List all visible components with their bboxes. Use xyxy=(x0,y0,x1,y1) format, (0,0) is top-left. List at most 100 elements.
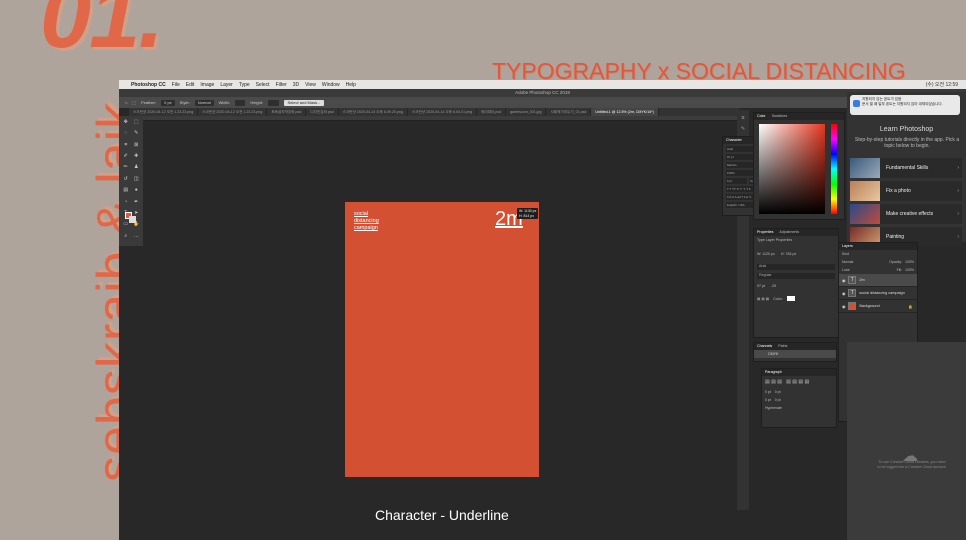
menu-layer[interactable]: Layer xyxy=(220,82,233,88)
window-title: Adobe Photoshop CC 2019 xyxy=(119,89,966,97)
properties-color-swatch[interactable] xyxy=(786,296,795,301)
doc-tab[interactable]: 포토샵자막강좌.psd xyxy=(267,108,307,116)
doc-tab-active[interactable]: Untitled-1 @ 12.5% (2m, CMYK/16*) xyxy=(591,108,659,116)
marquee-tool-icon[interactable]: ⬚ xyxy=(132,119,142,129)
feather-input[interactable]: 0 px xyxy=(161,99,175,106)
doc-tab[interactable]: 와이파이.psd xyxy=(477,108,507,116)
menu-app-name[interactable]: Photoshop CC xyxy=(131,82,166,88)
doc-tab[interactable]: gamescom_001.jpg xyxy=(506,108,547,116)
blur-tool-icon[interactable]: ● xyxy=(132,187,142,197)
gradient-tool-icon[interactable]: ▤ xyxy=(121,187,131,197)
dodge-tool-icon[interactable]: ◔ xyxy=(121,199,131,209)
width-input[interactable] xyxy=(234,99,246,106)
paragraph-panel-title[interactable]: Paragraph xyxy=(765,369,782,376)
layer-row[interactable]: ◉ T 2m xyxy=(839,274,917,287)
doc-tab[interactable]: 스크린샷 2020-04-14 오후 6.09.20.png xyxy=(339,108,408,116)
eye-icon[interactable]: ◉ xyxy=(842,291,845,296)
menu-type[interactable]: Type xyxy=(239,82,250,88)
layer-row[interactable]: ◉ T social distancing campaign xyxy=(839,287,917,300)
fill-input[interactable]: 100% xyxy=(905,268,914,272)
properties-font-select[interactable]: Arial xyxy=(757,264,835,270)
opacity-input[interactable]: 100% xyxy=(905,260,914,264)
eye-icon[interactable]: ◉ xyxy=(842,304,845,309)
menu-image[interactable]: Image xyxy=(200,82,214,88)
doc-tab[interactable]: 디자인강좌.psd xyxy=(306,108,339,116)
height-input[interactable] xyxy=(268,99,279,106)
eye-icon[interactable]: ◉ xyxy=(842,278,845,283)
learn-title: Learn Photoshop xyxy=(879,126,934,133)
style-select[interactable]: Normal xyxy=(194,99,214,106)
align-buttons[interactable]: ▤ ▤ ▤ xyxy=(757,297,769,301)
font-notification[interactable]: 지원되지 않는 폰트가 있음 문서 열 때 일부 폰트는 지원되지 않아 대체되… xyxy=(850,95,960,115)
stamp-tool-icon[interactable]: ♟ xyxy=(132,164,142,174)
background-color-swatch[interactable] xyxy=(129,216,136,223)
document-canvas[interactable]: social distancing campaign 2m W: 1130 px… xyxy=(345,202,539,477)
layers-panel-title[interactable]: Layers xyxy=(842,243,853,250)
tab-properties[interactable]: Properties xyxy=(757,229,773,236)
slide-number: 01. xyxy=(40,0,164,67)
menu-3d[interactable]: 3D xyxy=(293,82,299,88)
tab-paths[interactable]: Paths xyxy=(778,343,787,350)
doc-tab[interactable]: 스크린샷 2020-04-14 오후 6.04.01.png xyxy=(408,108,478,116)
menu-filter[interactable]: Filter xyxy=(276,82,287,88)
move-tool-icon[interactable]: ✥ xyxy=(121,119,131,129)
doc-tab[interactable]: 스크린샷 2020-04-12 오전 1.23.23.png xyxy=(129,108,199,116)
paragraph-panel: Paragraph ▤ ▤ ▤ ▤ ▤ ▤ ▤ 0 pt 0 pt 0 pt 0… xyxy=(761,368,837,428)
properties-size[interactable]: 97 pt xyxy=(757,284,765,288)
blend-mode-select[interactable]: Normal xyxy=(842,260,853,264)
chevron-right-icon: › xyxy=(957,211,959,217)
tab-color[interactable]: Color xyxy=(757,113,766,120)
healing-icon[interactable]: ✚ xyxy=(132,153,142,163)
doc-tab[interactable]: 스크린샷 2020-04-12 오전 1.23.23.png xyxy=(198,108,268,116)
paragraph-align-buttons[interactable]: ▤ ▤ ▤ ▤ ▤ ▤ ▤ xyxy=(762,376,836,388)
character-panel-title[interactable]: Character xyxy=(726,137,742,144)
layer-filter-kind[interactable]: Kind xyxy=(842,252,849,256)
select-mask-button[interactable]: Select and Mask... xyxy=(283,99,325,106)
learn-card-creative[interactable]: Make creative effects › xyxy=(850,204,962,224)
menubar-clock: (수) 오전 12:59 xyxy=(925,82,958,88)
eraser-tool-icon[interactable]: ◫ xyxy=(132,176,142,186)
channel-row[interactable]: CMYK xyxy=(754,350,836,358)
tab-adjustments[interactable]: Adjustments xyxy=(779,229,799,236)
doc-tab[interactable]: 사회적거리두기_01.psd xyxy=(546,108,592,116)
eyedropper-icon[interactable]: ✐ xyxy=(121,153,131,163)
crop-tool-icon[interactable]: ⌗ xyxy=(121,142,131,152)
color-picker-field[interactable] xyxy=(759,124,825,214)
lasso-tool-icon[interactable]: ◌ xyxy=(121,130,131,140)
baseline-input[interactable]: 0 pt xyxy=(726,178,747,184)
more-tools-icon[interactable]: … xyxy=(132,233,142,243)
menu-view[interactable]: View xyxy=(305,82,316,88)
learn-card-fix-photo[interactable]: Fix a photo › xyxy=(850,181,962,201)
pen-tool-icon[interactable]: ✒ xyxy=(132,199,142,209)
properties-style-select[interactable]: Regular xyxy=(757,273,835,279)
history-icon[interactable]: ⧖ xyxy=(741,115,745,121)
menu-edit[interactable]: Edit xyxy=(186,82,195,88)
menu-file[interactable]: File xyxy=(172,82,180,88)
properties-height[interactable]: H: 784 px xyxy=(781,252,796,256)
zoom-tool-icon[interactable]: ⌕ xyxy=(121,233,131,243)
lock-label: Lock: xyxy=(842,268,851,272)
frame-tool-icon[interactable]: ⊠ xyxy=(132,142,142,152)
menu-select[interactable]: Select xyxy=(256,82,270,88)
home-icon[interactable]: ⌂ xyxy=(125,100,127,105)
width-label: Width: xyxy=(218,100,230,105)
brush-settings-icon[interactable]: ✎ xyxy=(741,126,745,132)
history-brush-icon[interactable]: ↺ xyxy=(121,176,131,186)
menu-help[interactable]: Help xyxy=(346,82,356,88)
menu-window[interactable]: Window xyxy=(322,82,340,88)
learn-card-fundamentals[interactable]: Fundamental Skills › xyxy=(850,158,962,178)
height-label: Height: xyxy=(250,100,264,105)
properties-tracking[interactable]: -25 xyxy=(771,284,776,288)
marquee-icon[interactable]: ⬚ xyxy=(132,100,136,105)
layer-row[interactable]: ◉ Background 🔒 xyxy=(839,300,917,313)
space-inputs[interactable]: 0 pt 0 pt xyxy=(762,396,836,404)
brush-tool-icon[interactable]: ✏ xyxy=(121,164,131,174)
tab-swatches[interactable]: Swatches xyxy=(772,113,788,120)
layer-name: social distancing campaign xyxy=(859,291,905,295)
tab-channels[interactable]: Channels xyxy=(757,343,772,350)
properties-width[interactable]: W: 1120 px xyxy=(757,252,775,256)
indent-inputs[interactable]: 0 pt 0 pt xyxy=(762,388,836,396)
hyphenate-checkbox[interactable]: Hyphenate xyxy=(762,404,836,412)
hue-slider[interactable] xyxy=(831,124,837,214)
quick-select-icon[interactable]: ✎ xyxy=(132,130,142,140)
